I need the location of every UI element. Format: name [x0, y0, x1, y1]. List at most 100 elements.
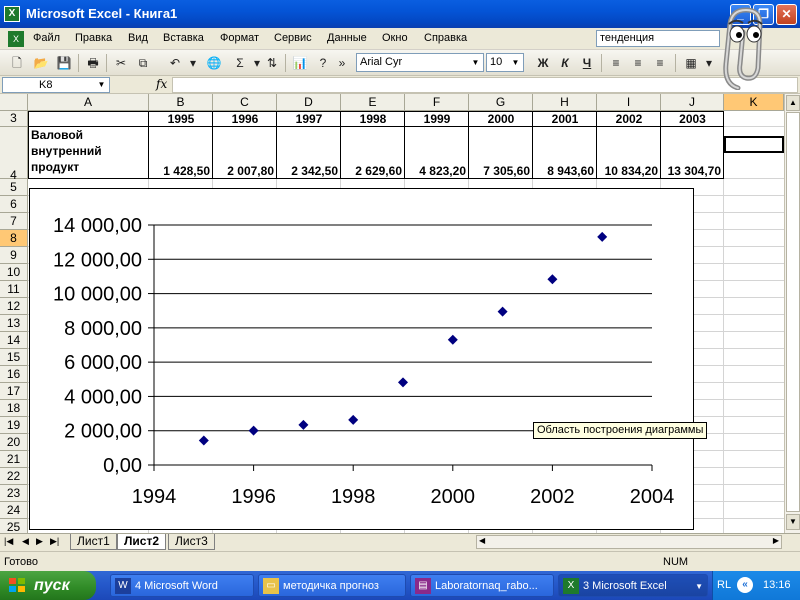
language-indicator[interactable]: RL: [717, 579, 731, 591]
column-header[interactable]: H: [533, 94, 597, 111]
column-header[interactable]: K: [724, 94, 784, 111]
column-header[interactable]: A: [28, 94, 149, 111]
row-header[interactable]: 8: [0, 230, 28, 247]
data-point-diamond[interactable]: [198, 435, 209, 446]
insert-function-button[interactable]: fx: [156, 77, 167, 91]
column-header[interactable]: D: [277, 94, 341, 111]
undo-icon[interactable]: ↶: [166, 54, 184, 72]
row-header[interactable]: 7: [0, 213, 28, 230]
scroll-right-icon[interactable]: ▶: [773, 536, 779, 545]
horizontal-scrollbar[interactable]: ◀ ▶: [476, 535, 782, 549]
menu-data[interactable]: Данные: [327, 32, 367, 44]
chart-wizard-icon[interactable]: 📊: [291, 54, 309, 72]
row-header[interactable]: 17: [0, 383, 28, 400]
font-size-select[interactable]: 10 ▼: [486, 53, 524, 72]
gdp-value-cell[interactable]: 7 305,60: [469, 164, 530, 178]
align-center-icon[interactable]: ≡: [629, 54, 647, 72]
data-point-diamond[interactable]: [597, 231, 608, 242]
gdp-label-cell[interactable]: Валовой: [31, 128, 83, 142]
chart-area[interactable]: 0,00 2 000,00 4 000,00 6 000,00 8 000,00 10 0…: [29, 188, 694, 530]
data-point-diamond[interactable]: [248, 425, 259, 436]
cut-icon[interactable]: ✂: [112, 54, 130, 72]
hyperlink-icon[interactable]: 🌐: [205, 54, 223, 72]
gdp-value-cell[interactable]: 4 823,20: [405, 164, 466, 178]
year-header-cell[interactable]: 1997: [277, 112, 341, 126]
chevron-down-icon[interactable]: ▼: [469, 55, 482, 70]
year-header-cell[interactable]: 2000: [469, 112, 533, 126]
menu-file[interactable]: Файл: [33, 32, 60, 44]
year-header-cell[interactable]: 1995: [149, 112, 213, 126]
column-header[interactable]: F: [405, 94, 469, 111]
row-header[interactable]: 20: [0, 434, 28, 451]
prev-sheet-icon[interactable]: ◀: [22, 536, 29, 547]
taskbar-item-word[interactable]: W 4 Microsoft Word: [110, 574, 254, 597]
menu-insert[interactable]: Вставка: [163, 32, 204, 44]
column-header[interactable]: C: [213, 94, 277, 111]
gdp-value-cell[interactable]: 13 304,70: [661, 164, 721, 178]
menu-tools[interactable]: Сервис: [274, 32, 312, 44]
formula-input[interactable]: [172, 77, 798, 93]
chevron-down-icon[interactable]: ▼: [695, 575, 703, 596]
start-button[interactable]: пуск: [0, 571, 96, 600]
print-icon[interactable]: 🖶: [84, 54, 102, 72]
active-cell-k8[interactable]: [724, 136, 784, 153]
open-icon[interactable]: 📂: [32, 54, 50, 72]
year-header-cell[interactable]: 2002: [597, 112, 661, 126]
next-sheet-icon[interactable]: ▶: [36, 536, 43, 547]
first-sheet-icon[interactable]: |◀: [4, 536, 13, 547]
help-icon[interactable]: ?: [314, 54, 332, 72]
show-hidden-icons-icon[interactable]: «: [737, 577, 753, 593]
taskbar-item-folder[interactable]: ▭ методичка прогноз: [258, 574, 406, 597]
tab-sheet3[interactable]: Лист3: [168, 534, 215, 550]
row-header[interactable]: 13: [0, 315, 28, 332]
row-header[interactable]: 23: [0, 485, 28, 502]
undo-dropdown-icon[interactable]: ▾: [184, 54, 202, 72]
gdp-value-cell[interactable]: 10 834,20: [597, 164, 658, 178]
row-header[interactable]: 11: [0, 281, 28, 298]
row-header[interactable]: 4: [0, 127, 28, 182]
menu-format[interactable]: Формат: [220, 32, 259, 44]
scroll-up-icon[interactable]: ▲: [786, 95, 800, 111]
row-header[interactable]: 21: [0, 451, 28, 468]
scroll-down-icon[interactable]: ▼: [786, 514, 800, 530]
gdp-label-cell[interactable]: внутренний: [31, 144, 102, 158]
vertical-scrollbar[interactable]: ▲ ▼: [784, 94, 800, 533]
year-header-cell[interactable]: 2001: [533, 112, 597, 126]
tab-sheet1[interactable]: Лист1: [70, 534, 117, 550]
row-header[interactable]: 10: [0, 264, 28, 281]
gdp-value-cell[interactable]: 2 342,50: [277, 164, 338, 178]
scatter-chart[interactable]: 0,00 2 000,00 4 000,00 6 000,00 8 000,00 10 0…: [30, 189, 695, 531]
excel-app-icon[interactable]: X: [4, 6, 20, 22]
row-header[interactable]: 18: [0, 400, 28, 417]
column-header[interactable]: E: [341, 94, 405, 111]
office-assistant-clippy-icon[interactable]: [716, 4, 774, 90]
underline-button[interactable]: Ч: [578, 54, 596, 72]
scroll-left-icon[interactable]: ◀: [479, 536, 485, 545]
menu-window[interactable]: Окно: [382, 32, 408, 44]
autosum-icon[interactable]: Σ: [231, 54, 249, 72]
chevron-down-icon[interactable]: ▼: [509, 55, 522, 70]
column-header[interactable]: B: [149, 94, 213, 111]
select-all-corner[interactable]: [0, 94, 28, 111]
font-name-select[interactable]: Arial Cyr ▼: [356, 53, 484, 72]
close-button[interactable]: ✕: [776, 4, 797, 25]
gdp-value-cell[interactable]: 2 629,60: [341, 164, 402, 178]
row-header[interactable]: 3: [0, 111, 28, 127]
borders-icon[interactable]: ▦: [682, 54, 700, 72]
taskbar-item-archive[interactable]: ▤ Laboratornaq_rabo...: [410, 574, 554, 597]
copy-icon[interactable]: ⧉: [134, 54, 152, 72]
data-point-diamond[interactable]: [447, 334, 458, 345]
title-bar[interactable]: X Microsoft Excel - Книга1 _ ❐ ✕: [0, 0, 800, 28]
year-header-cell[interactable]: 1996: [213, 112, 277, 126]
bold-button[interactable]: Ж: [534, 54, 552, 72]
gdp-value-cell[interactable]: 8 943,60: [533, 164, 594, 178]
row-header[interactable]: 15: [0, 349, 28, 366]
save-icon[interactable]: 💾: [55, 54, 73, 72]
data-point-diamond[interactable]: [348, 414, 359, 425]
row-header[interactable]: 14: [0, 332, 28, 349]
menu-view[interactable]: Вид: [128, 32, 148, 44]
gdp-value-cell[interactable]: 1 428,50: [149, 164, 210, 178]
row-header[interactable]: 16: [0, 366, 28, 383]
workbook-icon[interactable]: X: [8, 31, 24, 47]
column-header[interactable]: G: [469, 94, 533, 111]
